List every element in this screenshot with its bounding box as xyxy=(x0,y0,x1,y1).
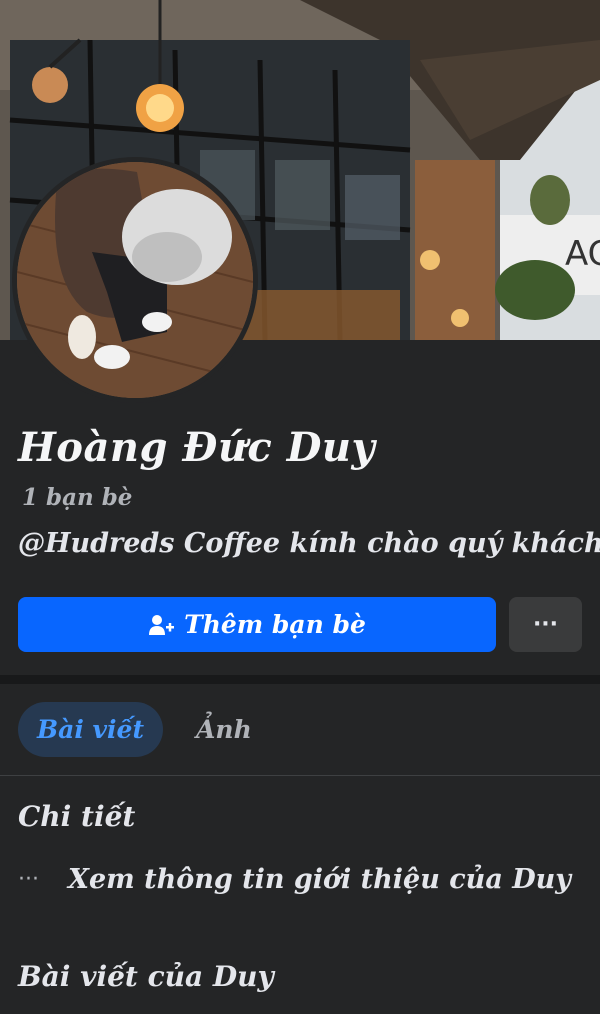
details-heading: Chi tiết xyxy=(18,800,136,833)
profile-bio: @Hudreds Coffee kính chào quý khách xyxy=(18,528,600,559)
friends-count[interactable]: 1 bạn bè xyxy=(22,484,132,511)
view-intro-link[interactable]: ··· Xem thông tin giới thiệu của Duy xyxy=(18,864,571,895)
tab-posts[interactable]: Bài viết xyxy=(18,702,164,757)
posts-heading: Bài viết của Duy xyxy=(18,960,274,993)
section-divider xyxy=(0,675,600,684)
tab-photos[interactable]: Ảnh xyxy=(177,702,271,757)
more-dots-icon: ··· xyxy=(18,867,39,892)
cover-sign-text: AC xyxy=(565,234,600,274)
add-friend-button[interactable]: Thêm bạn bè xyxy=(18,597,496,652)
avatar[interactable] xyxy=(17,162,253,398)
more-options-button[interactable]: ··· xyxy=(509,597,582,652)
add-friend-icon xyxy=(149,614,175,635)
view-intro-label: Xem thông tin giới thiệu của Duy xyxy=(68,864,571,895)
tabs-divider xyxy=(0,775,600,776)
profile-name: Hoàng Đức Duy xyxy=(18,424,376,471)
profile-tabs: Bài viết Ảnh xyxy=(18,702,271,757)
add-friend-label: Thêm bạn bè xyxy=(184,610,366,639)
